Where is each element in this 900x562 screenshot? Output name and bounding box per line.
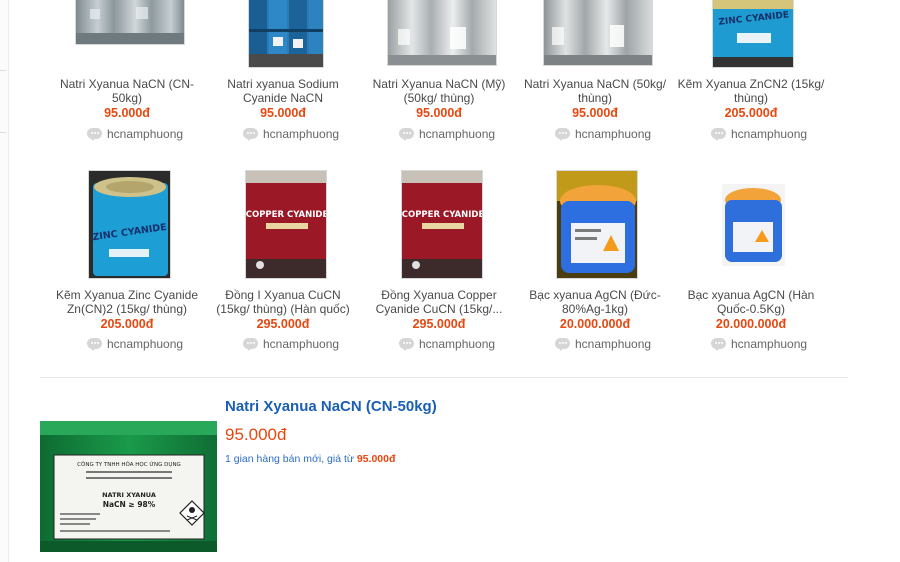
featured-product-image[interactable]: CÔNG TY TNHH HÓA HỌC ỨNG DỤNG NATRI XYAN…: [40, 421, 217, 552]
label-formula: NaCN ≥ 98%: [103, 500, 156, 509]
shop-link[interactable]: hcnamphuong: [555, 336, 651, 352]
shop-link[interactable]: hcnamphuong: [87, 336, 183, 352]
shop-name: hcnamphuong: [107, 337, 184, 351]
product-price: 95.000đ: [416, 106, 462, 120]
section-divider: [40, 377, 848, 378]
chat-icon: [399, 127, 415, 141]
shop-link[interactable]: hcnamphuong: [243, 336, 339, 352]
shop-link[interactable]: hcnamphuong: [243, 126, 339, 142]
product-card[interactable]: COPPER CYANIDE Đồng Xyanua Copper Cyanid…: [364, 169, 514, 369]
product-name[interactable]: Natri Xyanua NaCN (Mỹ) (50kg/ thùng): [364, 77, 514, 105]
product-thumbnail[interactable]: COPPER CYANIDE: [401, 170, 483, 279]
product-name[interactable]: Đồng I Xyanua CuCN (15kg/ thùng) (Hàn qu…: [208, 288, 358, 316]
product-name[interactable]: Natri xyanua Sodium Cyanide NaCN: [208, 77, 358, 105]
can-label: COPPER CYANIDE: [246, 210, 327, 220]
chat-icon: [243, 127, 259, 141]
product-thumbnail[interactable]: ZINC CYANIDE: [88, 170, 171, 279]
product-card[interactable]: ZINC CYANIDE Kẽm Xyanua Zinc Cyanide Zn(…: [52, 169, 202, 369]
featured-product-price: 95.000đ: [225, 425, 287, 444]
shop-name: hcnamphuong: [731, 127, 808, 141]
product-price: 20.000.000đ: [559, 317, 631, 331]
chat-icon: [711, 127, 727, 141]
product-name[interactable]: Natri Xyanua NaCN (CN-50kg): [52, 77, 202, 105]
product-thumbnail[interactable]: [556, 170, 638, 279]
featured-product-title[interactable]: Natri Xyanua NaCN (CN-50kg): [225, 398, 437, 415]
shop-name: hcnamphuong: [575, 337, 652, 351]
shop-name: hcnamphuong: [263, 127, 340, 141]
shop-link[interactable]: hcnamphuong: [399, 126, 495, 142]
product-name[interactable]: Kẽm Xyanua ZnCN2 (15kg/ thùng): [676, 77, 826, 105]
product-price: 95.000đ: [104, 106, 150, 120]
seller-note-price: 95.000đ: [356, 453, 396, 465]
product-name[interactable]: Kẽm Xyanua Zinc Cyanide Zn(CN)2 (15kg/ t…: [52, 288, 202, 316]
product-card[interactable]: COPPER CYANIDE Đồng I Xyanua CuCN (15kg/…: [208, 169, 358, 369]
product-thumbnail[interactable]: [75, 0, 185, 45]
product-row-2: ZINC CYANIDE Kẽm Xyanua Zinc Cyanide Zn(…: [52, 169, 842, 369]
shop-link[interactable]: hcnamphuong: [87, 126, 183, 142]
shop-link[interactable]: hcnamphuong: [555, 126, 651, 142]
shop-link[interactable]: hcnamphuong: [711, 336, 807, 352]
product-thumbnail[interactable]: [387, 0, 497, 66]
left-scroll-edge: [0, 0, 9, 562]
can-label: COPPER CYANIDE: [402, 210, 483, 220]
product-price: 95.000đ: [572, 106, 618, 120]
product-name[interactable]: Natri Xyanua NaCN (50kg/ thùng): [520, 77, 670, 105]
product-price: 295.000đ: [412, 317, 466, 331]
product-name[interactable]: Bạc xyanua AgCN (Đức-80%Ag-1kg): [520, 288, 670, 316]
shop-name: hcnamphuong: [419, 127, 496, 141]
chat-icon: [399, 337, 415, 351]
product-card[interactable]: Bạc xyanua AgCN (Đức-80%Ag-1kg) 20.000.0…: [520, 169, 670, 369]
chat-icon: [711, 337, 727, 351]
chat-icon: [555, 337, 571, 351]
seller-note-text: 1 gian hàng bán mới, giá từ: [225, 453, 357, 465]
product-price: 295.000đ: [256, 317, 310, 331]
product-price: 20.000.000đ: [715, 317, 787, 331]
product-price: 95.000đ: [260, 106, 306, 120]
chat-icon: [87, 337, 103, 351]
featured-seller-note[interactable]: 1 gian hàng bán mới, giá từ 95.000đ: [225, 453, 395, 465]
shop-name: hcnamphuong: [575, 127, 652, 141]
shop-name: hcnamphuong: [107, 127, 184, 141]
chat-icon: [243, 337, 259, 351]
product-name[interactable]: Đồng Xyanua Copper Cyanide CuCN (15kg/..…: [364, 288, 514, 316]
label-product: NATRI XYANUA: [102, 491, 156, 499]
product-name[interactable]: Bạc xyanua AgCN (Hàn Quốc-0.5Kg): [676, 288, 826, 316]
product-thumbnail[interactable]: [543, 0, 653, 66]
shop-name: hcnamphuong: [263, 337, 340, 351]
product-thumbnail[interactable]: ZINC CYANIDE: [712, 0, 794, 68]
label-company: CÔNG TY TNHH HÓA HỌC ỨNG DỤNG: [77, 461, 181, 468]
chat-icon: [555, 127, 571, 141]
product-thumbnail[interactable]: [248, 0, 324, 68]
product-price: 205.000đ: [724, 106, 778, 120]
product-thumbnail[interactable]: COPPER CYANIDE: [245, 170, 327, 279]
shop-link[interactable]: hcnamphuong: [711, 126, 807, 142]
product-price: 205.000đ: [100, 317, 154, 331]
shop-name: hcnamphuong: [419, 337, 496, 351]
product-card[interactable]: Bạc xyanua AgCN (Hàn Quốc-0.5Kg) 20.000.…: [676, 169, 826, 369]
product-thumbnail[interactable]: [722, 184, 785, 266]
shop-link[interactable]: hcnamphuong: [399, 336, 495, 352]
shop-name: hcnamphuong: [731, 337, 808, 351]
chat-icon: [87, 127, 103, 141]
